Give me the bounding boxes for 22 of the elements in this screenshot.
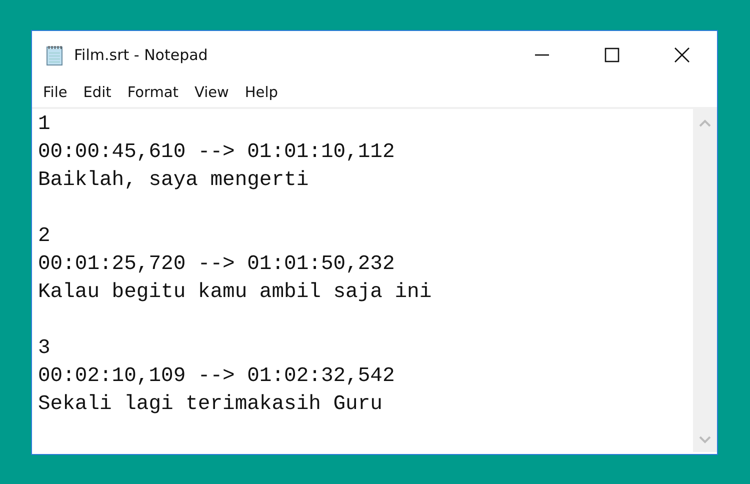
scroll-down-icon[interactable] bbox=[699, 436, 711, 444]
notepad-icon bbox=[45, 44, 65, 66]
menu-item[interactable]: Help bbox=[242, 84, 281, 100]
subtitle-number: 2 bbox=[38, 224, 52, 250]
subtitle-number: 1 bbox=[38, 112, 52, 138]
subtitle-timing: 00:01:25,720 --> 01:01:50,232 bbox=[38, 252, 396, 278]
maximize-icon bbox=[604, 46, 620, 62]
scrollbar[interactable] bbox=[693, 109, 717, 452]
close-icon bbox=[674, 46, 690, 62]
menu-item[interactable]: Edit bbox=[80, 84, 114, 100]
window-title: Film.srt - Notepad bbox=[74, 46, 208, 64]
menu-item[interactable]: Format bbox=[124, 84, 182, 100]
subtitle-number: 3 bbox=[38, 336, 52, 362]
subtitle-text: Sekali lagi terimakasih Guru bbox=[38, 392, 384, 418]
subtitle-timing: 00:00:45,610 --> 01:01:10,112 bbox=[38, 140, 396, 166]
minimize-icon bbox=[534, 54, 550, 56]
menu-item[interactable]: File bbox=[40, 84, 70, 100]
subtitle-text: Baiklah, saya mengerti bbox=[38, 168, 310, 194]
menu-item[interactable]: View bbox=[191, 84, 232, 100]
scroll-up-icon[interactable] bbox=[699, 119, 711, 127]
subtitle-text: Kalau begitu kamu ambil saja ini bbox=[38, 280, 433, 306]
subtitle-timing: 00:02:10,109 --> 01:02:32,542 bbox=[38, 364, 396, 390]
